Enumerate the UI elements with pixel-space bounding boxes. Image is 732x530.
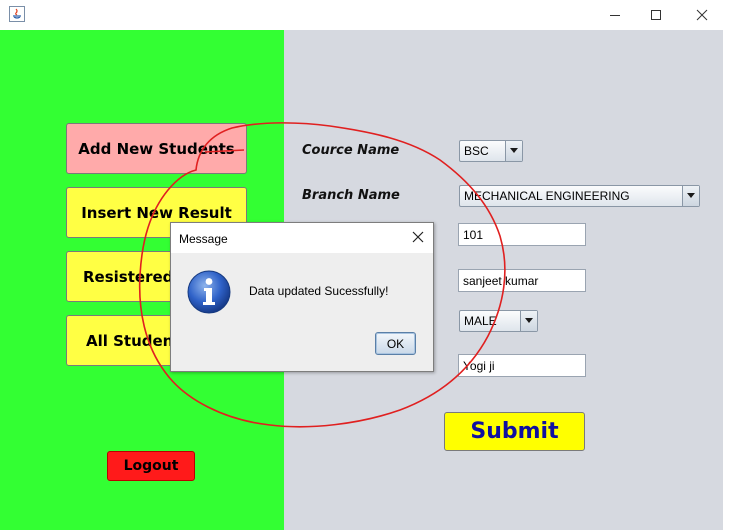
maximize-icon — [651, 10, 661, 20]
insert-new-result-label: Insert New Result — [81, 203, 232, 222]
close-icon — [696, 9, 708, 21]
close-icon[interactable] — [411, 230, 425, 244]
info-icon — [187, 270, 231, 314]
minimize-icon — [610, 15, 620, 16]
chevron-down-icon — [510, 148, 518, 153]
gender-select-value: MALE — [464, 314, 497, 328]
cource-dropdown-arrow[interactable] — [505, 141, 522, 161]
cource-name-label: Cource Name — [302, 143, 400, 158]
cource-select[interactable]: BSC — [459, 140, 523, 162]
submit-label: Submit — [470, 419, 559, 444]
dialog-message: Data updated Sucessfully! — [249, 284, 389, 298]
logout-button[interactable]: Logout — [107, 451, 195, 481]
branch-select-value: MECHANICAL ENGINEERING — [464, 189, 630, 203]
roll-number-field[interactable]: 101 — [458, 223, 586, 246]
student-name-field[interactable]: sanjeet kumar — [458, 269, 586, 292]
logout-label: Logout — [123, 458, 179, 474]
minimize-button[interactable] — [592, 0, 638, 30]
father-name-field[interactable]: Yogi ji — [458, 354, 586, 377]
branch-name-label: Branch Name — [302, 188, 400, 203]
gender-dropdown-arrow[interactable] — [520, 311, 537, 331]
dialog-titlebar[interactable]: Message — [171, 223, 433, 253]
chevron-down-icon — [525, 318, 533, 323]
message-dialog: Message Data updated Sucessfully! OK — [170, 222, 434, 372]
window-border — [723, 30, 732, 530]
add-new-students-label: Add New Students — [78, 139, 235, 158]
java-app-icon — [9, 6, 25, 22]
dialog-title: Message — [179, 232, 228, 246]
branch-select[interactable]: MECHANICAL ENGINEERING — [459, 185, 700, 207]
add-new-students-button[interactable]: Add New Students — [66, 123, 247, 174]
all-students-label: All Student — [86, 331, 181, 350]
branch-dropdown-arrow[interactable] — [682, 186, 699, 206]
ok-button[interactable]: OK — [375, 332, 416, 355]
ok-label: OK — [386, 336, 405, 351]
window-titlebar[interactable] — [0, 0, 732, 30]
close-window-button[interactable] — [679, 0, 725, 30]
cource-select-value: BSC — [464, 144, 489, 158]
submit-button[interactable]: Submit — [444, 412, 585, 451]
chevron-down-icon — [687, 193, 695, 198]
gender-select[interactable]: MALE — [459, 310, 538, 332]
maximize-button[interactable] — [633, 0, 679, 30]
